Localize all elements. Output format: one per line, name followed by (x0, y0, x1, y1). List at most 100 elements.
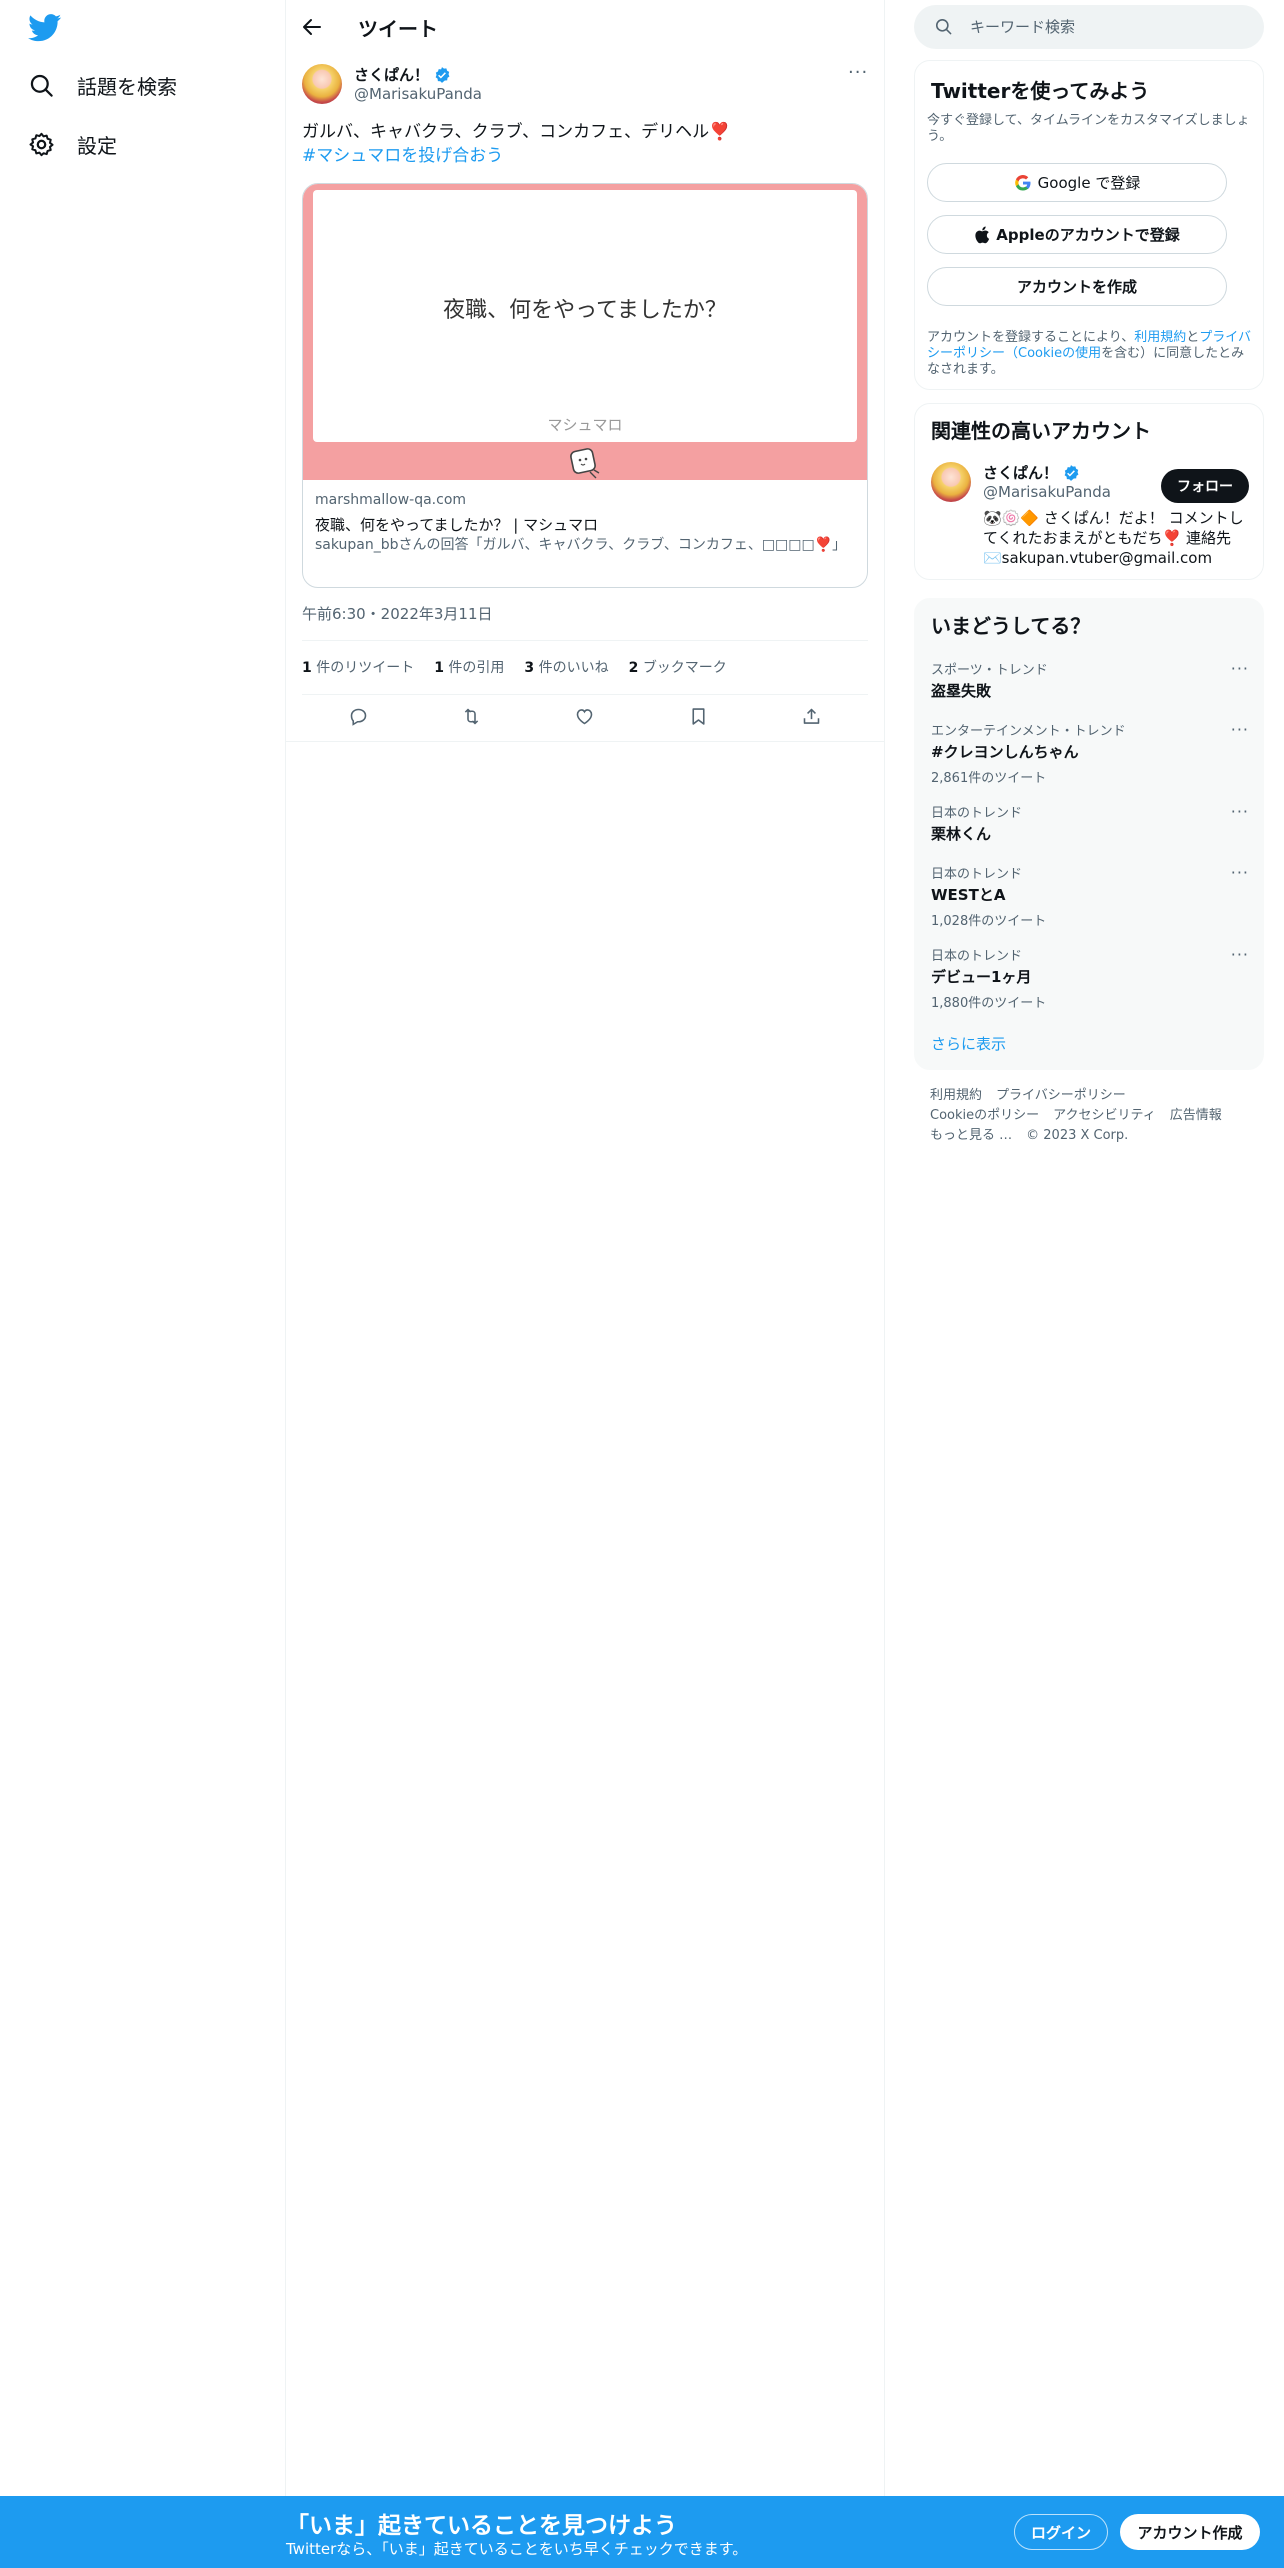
trend-item[interactable]: スポーツ・トレンド 盗塁失敗 ··· (931, 659, 1249, 701)
trend-name: デビュー1ヶ月 (931, 968, 1032, 986)
bookmarks-count: 2 (628, 660, 639, 676)
bookmark-icon[interactable] (688, 706, 709, 727)
gear-icon (29, 132, 54, 157)
reply-icon[interactable] (348, 706, 369, 727)
trend-item[interactable]: 日本のトレンド デビュー1ヶ月 1,880件のツイート ··· (931, 945, 1249, 1011)
related-avatar[interactable] (931, 462, 971, 502)
signup-banner: 「いま」起きていることを見つけよう Twitterなら、「いま」起きていることを… (0, 2496, 1284, 2568)
link-card[interactable]: 夜職、何をやってましたか？ マシュマロ marshmallow-qa.com 夜… (302, 183, 868, 588)
follow-button[interactable]: フォロー (1161, 469, 1249, 503)
signup-box: Twitterを使ってみよう 今すぐ登録して、タイムラインをカスタマイズしましょ… (914, 60, 1264, 390)
terms-link[interactable]: 利用規約 (1134, 330, 1186, 345)
bookmarks-label: ブックマーク (642, 660, 727, 676)
footer-more-link[interactable]: もっと見る … (930, 1128, 1012, 1143)
like-icon[interactable] (574, 706, 595, 727)
cookie-link[interactable]: Cookieの使用 (1018, 346, 1101, 361)
trend-name: 盗塁失敗 (931, 682, 992, 700)
google-icon (1014, 174, 1031, 191)
page-title: ツイート (358, 17, 438, 41)
nav-explore-label: 話題を検索 (77, 75, 177, 99)
marshmallow-mascot-icon (570, 448, 600, 479)
login-button[interactable]: ログイン (1014, 2514, 1108, 2550)
retweets-stat[interactable]: 1 件のリツイート (302, 657, 414, 677)
nav-settings[interactable]: 設定 (28, 130, 117, 159)
show-more-link[interactable]: さらに表示 (931, 1033, 1006, 1054)
verified-badge-icon (435, 66, 450, 83)
likes-label: 件のいいね (538, 660, 609, 676)
footer-copyright: © 2023 X Corp. (1026, 1128, 1129, 1143)
tweet-stats: 1 件のリツイート 1 件の引用 3 件のいいね 2 ブックマーク (302, 657, 727, 677)
bookmarks-stat[interactable]: 2 ブックマーク (629, 657, 727, 677)
search-icon (30, 74, 53, 97)
divider (884, 0, 885, 2568)
search-input[interactable] (970, 15, 1250, 39)
apple-signup-button[interactable]: Appleのアカウントで登録 (927, 215, 1227, 254)
more-options-icon[interactable]: ··· (1231, 863, 1249, 882)
share-icon[interactable] (801, 706, 822, 727)
nav-explore[interactable]: 話題を検索 (28, 71, 177, 100)
signup-button[interactable]: アカウント作成 (1120, 2514, 1260, 2550)
trend-item[interactable]: 日本のトレンド WESTとA 1,028件のツイート ··· (931, 863, 1249, 929)
card-image: 夜職、何をやってましたか？ マシュマロ (303, 184, 867, 480)
trend-category: 日本のトレンド (931, 806, 1023, 821)
footer-terms-link[interactable]: 利用規約 (930, 1088, 982, 1103)
quotes-stat[interactable]: 1 件の引用 (434, 657, 504, 677)
related-accounts-box: 関連性の高いアカウント さくぱん！ @MarisakuPanda フォロー 🐼🍥… (914, 403, 1264, 580)
footer-accessibility-link[interactable]: アクセシビリティ (1053, 1108, 1156, 1123)
trend-name: WESTとA (931, 886, 1006, 904)
trend-count: 1,028件のツイート (931, 914, 1047, 929)
more-options-icon[interactable]: ··· (1231, 720, 1249, 739)
card-description: sakupan_bbさんの回答「ガルバ、キャバクラ、クラブ、コンカフェ、□□□□… (315, 537, 847, 553)
footer-links: 利用規約 プライバシーポリシー Cookieのポリシー アクセシビリティ 広告情報 も… (930, 1086, 1250, 1146)
footer-privacy-link[interactable]: プライバシーポリシー (996, 1088, 1126, 1103)
more-options-icon[interactable]: ··· (1231, 659, 1249, 678)
create-account-button[interactable]: アカウントを作成 (927, 267, 1227, 306)
left-sidebar: 話題を検索 設定 (0, 0, 285, 2568)
apple-signup-label: Appleのアカウントで登録 (996, 226, 1180, 244)
footer-ads-link[interactable]: 広告情報 (1170, 1108, 1222, 1123)
search-bar[interactable] (914, 5, 1264, 49)
retweet-icon[interactable] (461, 706, 482, 727)
quotes-count: 1 (434, 660, 444, 676)
trend-category: 日本のトレンド (931, 949, 1023, 964)
google-signup-label: Google で登録 (1037, 174, 1141, 192)
trend-item[interactable]: 日本のトレンド 栗林くん ··· (931, 802, 1249, 844)
trend-count: 1,880件のツイート (931, 996, 1047, 1011)
likes-count: 3 (524, 660, 535, 676)
trend-category: エンターテインメント・トレンド (931, 724, 1126, 739)
avatar[interactable] (302, 64, 342, 104)
related-bio: 🐼🍥🔶 さくぱん！だよ！ コメントしてくれたおまえがともだち❣️ 連絡先✉️sa… (983, 509, 1244, 567)
related-handle: @MarisakuPanda (983, 483, 1111, 501)
trends-box: いまどうしてる？ スポーツ・トレンド 盗塁失敗 ··· エンターテインメント・ト… (914, 598, 1264, 1070)
divider (286, 741, 884, 742)
more-options-icon[interactable]: ··· (1231, 802, 1249, 821)
divider (302, 640, 868, 641)
related-name: さくぱん！ (983, 464, 1059, 482)
google-signup-button[interactable]: Google で登録 (927, 163, 1227, 202)
hashtag-link[interactable]: #マシュマロを投げ合おう (302, 144, 730, 168)
tweet-author[interactable]: さくぱん！ @MarisakuPanda (354, 64, 482, 103)
quotes-label: 件の引用 (448, 660, 505, 676)
tweet-timestamp[interactable]: 午前6:30・2022年3月11日 (302, 603, 493, 624)
trend-item[interactable]: エンターテインメント・トレンド #クレヨンしんちゃん 2,861件のツイート ·… (931, 720, 1249, 786)
twitter-logo-icon[interactable] (28, 14, 62, 42)
card-title: 夜職、何をやってましたか？ | マシュマロ (315, 516, 599, 534)
card-domain: marshmallow-qa.com (315, 492, 467, 508)
trend-count: 2,861件のツイート (931, 771, 1047, 786)
retweets-count: 1 (302, 660, 312, 676)
author-name: さくぱん！ (354, 66, 430, 84)
card-brand: マシュマロ (547, 416, 623, 434)
related-account[interactable]: さくぱん！ @MarisakuPanda (983, 462, 1111, 501)
back-arrow-icon[interactable] (300, 15, 324, 39)
footer-cookie-link[interactable]: Cookieのポリシー (930, 1108, 1039, 1123)
trend-name: 栗林くん (931, 825, 992, 843)
terms-prefix: アカウントを登録することにより、 (927, 330, 1135, 345)
more-options-icon[interactable]: ··· (848, 62, 868, 83)
related-title: 関連性の高いアカウント (931, 419, 1151, 443)
signup-subtitle: 今すぐ登録して、タイムラインをカスタマイズしましょう。 (927, 113, 1250, 144)
terms-and: と (1186, 330, 1200, 345)
likes-stat[interactable]: 3 件のいいね (524, 657, 608, 677)
more-options-icon[interactable]: ··· (1231, 945, 1249, 964)
tweet-body: ガルバ、キャバクラ、クラブ、コンカフェ、デリヘル❣️ (302, 122, 731, 142)
apple-icon (975, 226, 990, 243)
